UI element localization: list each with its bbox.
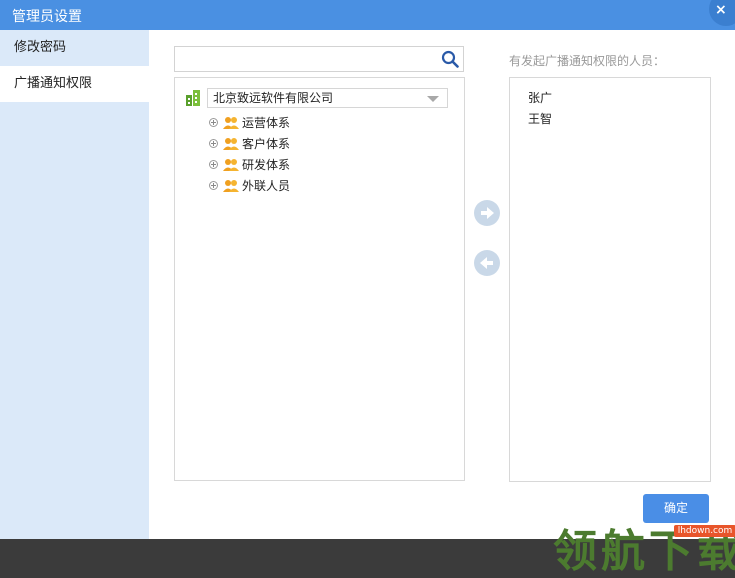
org-select[interactable]: 北京致远软件有限公司 bbox=[207, 88, 448, 108]
expand-icon[interactable] bbox=[209, 118, 218, 127]
expand-icon[interactable] bbox=[209, 181, 218, 190]
chevron-down-icon bbox=[427, 96, 439, 102]
title-bar: 管理员设置 × bbox=[0, 0, 735, 30]
list-item[interactable]: 王智 bbox=[528, 110, 552, 127]
close-icon: × bbox=[715, 2, 727, 18]
expand-icon[interactable] bbox=[209, 139, 218, 148]
watermark-url: lhdown.com bbox=[674, 525, 735, 537]
expand-icon[interactable] bbox=[209, 160, 218, 169]
building-icon bbox=[186, 90, 200, 106]
search-icon[interactable] bbox=[441, 50, 459, 68]
group-icon bbox=[223, 180, 239, 192]
tree-node-label: 研发体系 bbox=[242, 158, 291, 172]
arrow-left-icon bbox=[480, 257, 493, 269]
group-icon bbox=[223, 117, 239, 129]
list-item[interactable]: 张广 bbox=[528, 89, 552, 106]
tree-node-label: 客户体系 bbox=[242, 137, 291, 151]
tree-node-label: 运营体系 bbox=[242, 116, 291, 130]
arrow-right-icon bbox=[481, 207, 494, 219]
add-to-list-button[interactable] bbox=[474, 200, 500, 226]
sidebar-item-broadcast-permission[interactable]: 广播通知权限 bbox=[0, 66, 149, 102]
org-select-value: 北京致远软件有限公司 bbox=[213, 91, 334, 105]
watermark: 领航下载 lhdown.com bbox=[553, 525, 735, 578]
search-box bbox=[174, 46, 464, 72]
group-icon bbox=[223, 138, 239, 150]
ok-button[interactable]: 确定 bbox=[643, 494, 709, 523]
tree-node-label: 外联人员 bbox=[242, 179, 291, 193]
selected-people-label: 有发起广播通知权限的人员： bbox=[509, 54, 666, 68]
selected-people-list: 张广 王智 bbox=[509, 77, 711, 482]
sidebar: 修改密码 广播通知权限 bbox=[0, 30, 149, 539]
remove-from-list-button[interactable] bbox=[474, 250, 500, 276]
group-icon bbox=[223, 159, 239, 171]
close-button[interactable]: × bbox=[709, 0, 735, 26]
org-tree-panel: 北京致远软件有限公司 运营体系 客户体系 研发体系 外联人员 bbox=[174, 77, 465, 481]
window-title: 管理员设置 bbox=[12, 9, 82, 25]
search-input[interactable] bbox=[179, 48, 433, 72]
sidebar-item-change-password[interactable]: 修改密码 bbox=[0, 30, 149, 66]
